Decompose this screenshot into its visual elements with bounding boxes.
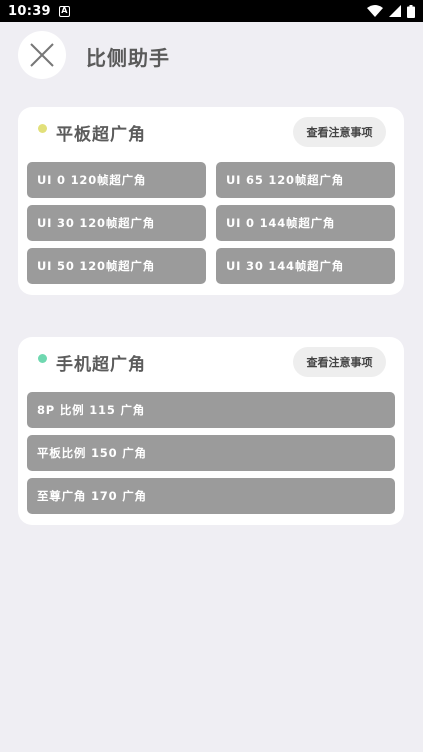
tablet-option-button[interactable]: UI 65 120帧超广角 (216, 162, 395, 198)
tablet-notice-button[interactable]: 查看注意事项 (293, 117, 386, 147)
tablet-option-button[interactable]: UI 30 144帧超广角 (216, 248, 395, 284)
wifi-icon (367, 5, 383, 17)
tablet-option-button[interactable]: UI 30 120帧超广角 (27, 205, 206, 241)
tablet-options-grid: UI 0 120帧超广角 UI 65 120帧超广角 UI 30 120帧超广角… (27, 162, 395, 284)
phone-options-list: 8P 比例 115 广角 平板比例 150 广角 至尊广角 170 广角 (27, 392, 395, 514)
app-header: 比侧助手 (0, 22, 423, 90)
tablet-section-title: 平板超广角 (56, 125, 146, 145)
phone-option-button[interactable]: 平板比例 150 广角 (27, 435, 395, 471)
phone-section-card: 手机超广角 查看注意事项 8P 比例 115 广角 平板比例 150 广角 至尊… (18, 337, 404, 525)
page-title: 比侧助手 (86, 46, 170, 70)
signal-icon (389, 5, 401, 17)
notification-icon: A (58, 5, 70, 17)
phone-notice-button[interactable]: 查看注意事项 (293, 347, 386, 377)
phone-dot-icon (38, 354, 47, 363)
close-button[interactable] (18, 31, 66, 79)
phone-option-button[interactable]: 至尊广角 170 广角 (27, 478, 395, 514)
tablet-option-button[interactable]: UI 0 120帧超广角 (27, 162, 206, 198)
tablet-option-button[interactable]: UI 50 120帧超广角 (27, 248, 206, 284)
battery-icon (407, 4, 415, 18)
status-time: 10:39 (8, 3, 51, 19)
phone-option-button[interactable]: 8P 比例 115 广角 (27, 392, 395, 428)
status-icons (367, 4, 415, 18)
tablet-section-header: 平板超广角 查看注意事项 (18, 107, 404, 157)
phone-section-title: 手机超广角 (56, 355, 146, 375)
tablet-dot-icon (38, 124, 47, 133)
phone-section-header: 手机超广角 查看注意事项 (18, 337, 404, 387)
close-icon (30, 43, 54, 67)
status-bar: 10:39 A (0, 0, 423, 22)
tablet-option-button[interactable]: UI 0 144帧超广角 (216, 205, 395, 241)
tablet-section-card: 平板超广角 查看注意事项 UI 0 120帧超广角 UI 65 120帧超广角 … (18, 107, 404, 295)
